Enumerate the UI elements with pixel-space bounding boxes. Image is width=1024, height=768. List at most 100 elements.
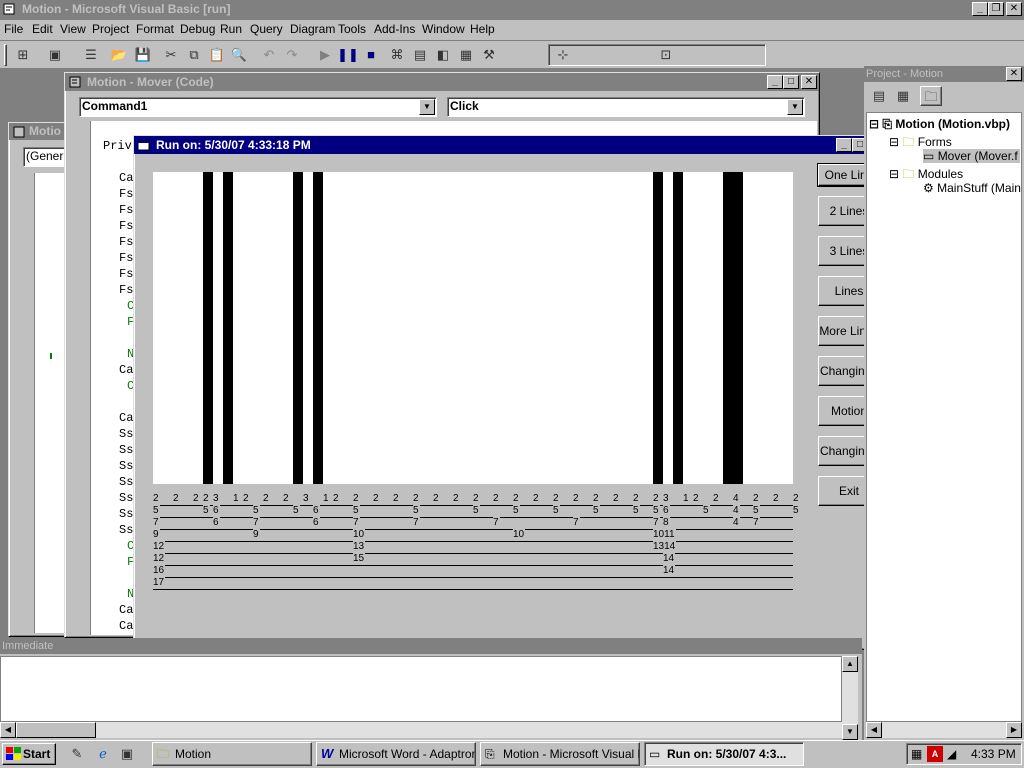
form-icon — [137, 140, 150, 151]
menu-query[interactable]: Query — [250, 20, 283, 38]
code-maximize-button[interactable]: □ — [783, 75, 799, 89]
code-line[interactable]: Priv — [103, 139, 132, 153]
toolbox-icon[interactable]: ⚒ — [478, 45, 500, 65]
chevron-down-icon[interactable]: ▼ — [419, 99, 435, 115]
menu-tools[interactable]: Tools — [338, 20, 366, 38]
quicklaunch-channels-icon[interactable]: ▣ — [116, 744, 138, 764]
immediate-vscroll[interactable]: ▲ ▼ — [842, 656, 858, 740]
project-close-button[interactable]: ✕ — [1006, 67, 1022, 81]
close-button[interactable]: ✕ — [1006, 2, 1022, 16]
scroll-thumb[interactable] — [16, 722, 96, 738]
project-explorer[interactable]: Project - Motion ✕ ▤ ▦ 🗀 ⊟ ⎘ Motion (Mot… — [864, 66, 1024, 740]
code-line[interactable]: Ca — [119, 363, 133, 377]
task-run-form[interactable]: ▭ Run on: 5/30/07 4:3... — [644, 742, 804, 766]
code-line[interactable]: Ss — [119, 443, 133, 457]
start-icon[interactable]: ▶ — [314, 45, 336, 65]
redo-icon[interactable]: ↷ — [281, 45, 303, 65]
minimize-button[interactable]: _ — [972, 2, 988, 16]
immediate-text[interactable] — [0, 656, 842, 722]
copy-icon[interactable]: ⧉ — [183, 45, 205, 65]
task-vb[interactable]: ⎘ Motion - Microsoft Visual B... — [480, 742, 640, 766]
menu-view[interactable]: View — [60, 20, 86, 38]
line-label: 9 — [153, 529, 160, 540]
menu-editor-icon[interactable]: ☰ — [80, 45, 102, 65]
menu-help[interactable]: Help — [470, 20, 495, 38]
project-tree[interactable]: ⊟ ⎘ Motion (Motion.vbp) ⊟ 🗀 Forms ▭ Move… — [866, 112, 1022, 722]
code-line[interactable]: Ss — [119, 523, 133, 537]
view-object-icon[interactable]: ▦ — [892, 86, 914, 106]
code-close-button[interactable]: ✕ — [801, 75, 817, 89]
quicklaunch-desktop-icon[interactable]: ✎ — [66, 744, 88, 764]
project-explorer-icon[interactable]: ⌘ — [386, 45, 408, 65]
save-project-icon[interactable]: 💾 — [132, 45, 154, 65]
form-layout-icon[interactable]: ◧ — [432, 45, 454, 65]
form-minimize-button[interactable]: _ — [836, 138, 852, 152]
properties-window-icon[interactable]: ▤ — [409, 45, 431, 65]
code-line[interactable]: Ss — [119, 427, 133, 441]
task-word[interactable]: W Microsoft Word - Adaptron ... — [316, 742, 476, 766]
cut-icon[interactable]: ✂ — [160, 45, 182, 65]
scroll-left-icon[interactable]: ◀ — [866, 722, 882, 738]
menu-file[interactable]: File — [4, 20, 23, 38]
undo-icon[interactable]: ↶ — [258, 45, 280, 65]
back-object-combo[interactable]: (Gener — [23, 147, 69, 167]
object-combo[interactable]: Command1 ▼ — [79, 97, 437, 117]
menu-project[interactable]: Project — [92, 20, 129, 38]
code-line[interactable]: Ca — [119, 619, 133, 633]
object-browser-icon[interactable]: ▦ — [455, 45, 477, 65]
immediate-hscroll[interactable]: ◀ — [0, 722, 842, 738]
start-button[interactable]: Start — [2, 743, 56, 765]
code-line[interactable]: Fs — [119, 219, 133, 233]
menu-edit[interactable]: Edit — [32, 20, 53, 38]
code-line[interactable]: Ca — [119, 603, 133, 617]
code-line[interactable]: Ca — [119, 411, 133, 425]
code-line[interactable]: Fs — [119, 283, 133, 297]
tree-module-mainstuff[interactable]: ⚙ MainStuff (Main — [923, 181, 1021, 195]
end-icon[interactable]: ■ — [360, 45, 382, 65]
code-line[interactable]: Fs — [119, 267, 133, 281]
line-label: 16 — [153, 565, 166, 576]
line-label: 4 — [733, 505, 740, 516]
menu-window[interactable]: Window — [422, 20, 465, 38]
code-line[interactable]: Ss — [119, 507, 133, 521]
task-motion-folder[interactable]: 🗀 Motion — [152, 742, 312, 766]
back-code-window[interactable]: Motio (Gener — [8, 122, 70, 637]
menu-diagram[interactable]: Diagram — [290, 20, 335, 38]
scroll-down-icon[interactable]: ▼ — [842, 724, 858, 740]
find-icon[interactable]: 🔍 — [228, 45, 250, 65]
break-icon[interactable]: ❚❚ — [337, 45, 359, 65]
scroll-right-icon[interactable]: ▶ — [1006, 722, 1022, 738]
quicklaunch-ie-icon[interactable]: ℯ — [92, 744, 114, 764]
add-project-icon[interactable]: ⊞ — [12, 45, 34, 65]
tree-form-mover[interactable]: ▭ Mover (Mover.f — [923, 149, 1020, 163]
menu-run[interactable]: Run — [220, 20, 242, 38]
code-line[interactable]: Fs — [119, 187, 133, 201]
project-hscroll[interactable]: ◀ ▶ — [866, 722, 1022, 738]
chevron-down-icon[interactable]: ▼ — [787, 99, 803, 115]
immediate-window[interactable]: Immediate ▲ ▼ ◀ — [0, 638, 862, 740]
restore-button[interactable]: ❐ — [988, 2, 1004, 16]
scroll-up-icon[interactable]: ▲ — [842, 656, 858, 672]
menu-addins[interactable]: Add-Ins — [374, 20, 415, 38]
tree-root[interactable]: ⊟ ⎘ Motion (Motion.vbp) — [869, 117, 1010, 132]
code-line[interactable]: Fs — [119, 203, 133, 217]
toggle-folders-icon[interactable]: 🗀 — [920, 86, 942, 106]
code-line[interactable]: Ss — [119, 475, 133, 489]
run-form-window[interactable]: Run on: 5/30/07 4:33:18 PM _ □ ✕ 2222312… — [133, 135, 889, 650]
code-line[interactable]: Ss — [119, 491, 133, 505]
code-line[interactable]: Fs — [119, 235, 133, 249]
paste-icon[interactable]: 📋 — [206, 45, 228, 65]
add-form-icon[interactable]: ▣ — [44, 45, 66, 65]
procedure-combo[interactable]: Click ▼ — [447, 97, 805, 117]
line-label: 2 — [713, 493, 720, 504]
open-project-icon[interactable]: 📂 — [108, 45, 130, 65]
menu-format[interactable]: Format — [136, 20, 174, 38]
code-minimize-button[interactable]: _ — [767, 75, 783, 89]
menu-debug[interactable]: Debug — [180, 20, 215, 38]
back-code-area[interactable] — [13, 173, 67, 633]
code-line[interactable]: Ca — [119, 171, 133, 185]
view-code-icon[interactable]: ▤ — [868, 86, 890, 106]
scroll-left-icon[interactable]: ◀ — [0, 722, 16, 738]
code-line[interactable]: Ss — [119, 459, 133, 473]
code-line[interactable]: Fs — [119, 251, 133, 265]
